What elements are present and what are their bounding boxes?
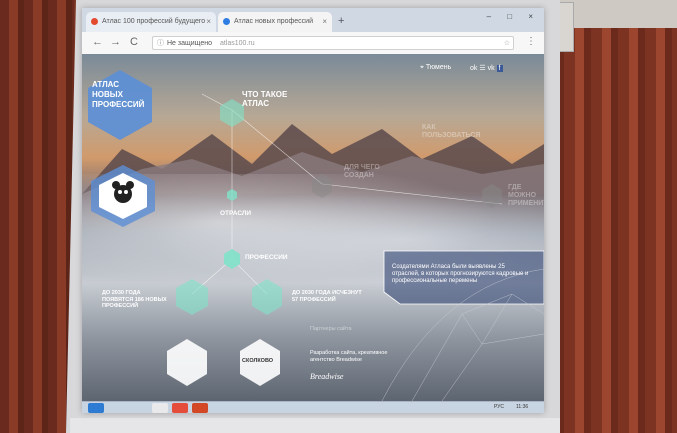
forward-button[interactable]: → <box>110 36 121 48</box>
close-icon[interactable]: × <box>206 12 211 32</box>
where-apply-link[interactable]: ГДЕ МОЖНО ПРИМЕНИТЬ <box>508 184 544 208</box>
what-is-atlas-link[interactable]: ЧТО ТАКОЕ АТЛАС <box>242 90 302 108</box>
tab-bar: Атлас 100 профессий будущего × Атлас нов… <box>82 8 544 32</box>
purpose-link[interactable]: ДЛЯ ЧЕГО СОЗДАН <box>344 164 384 180</box>
tab-label: Атлас новых профессий <box>234 18 313 25</box>
back-button[interactable]: ← <box>92 36 103 48</box>
url-input[interactable]: ⓘ Не защищено atlas100.ru ☆ <box>152 36 514 50</box>
how-to-use-link[interactable]: КАК ПОЛЬЗОВАТЬСЯ <box>422 124 482 140</box>
close-icon[interactable]: × <box>322 12 327 32</box>
projection-screen-bottom <box>70 418 560 433</box>
new-tab-button[interactable]: + <box>338 15 344 27</box>
rss-icon[interactable]: ☰ <box>479 65 485 72</box>
disappearing-professions-text: ДО 2030 ГОДА ИСЧЕЗНУТ 57 ПРОФЕССИЙ <box>292 290 362 303</box>
apply-hex[interactable] <box>482 184 502 208</box>
branches-link[interactable]: ОТРАСЛИ <box>220 210 251 217</box>
new-professions-text: ДО 2030 ГОДА ПОЯВЯТСЯ 186 НОВЫХ ПРОФЕССИ… <box>102 290 167 309</box>
tab-atlas-100[interactable]: Атлас 100 профессий будущего × <box>86 12 216 32</box>
favicon-icon <box>223 18 230 25</box>
professions-hex[interactable] <box>224 249 240 269</box>
wwf-panda-icon[interactable] <box>88 164 158 228</box>
skolkovo-logo-text: СКОЛКОВО <box>242 358 274 364</box>
city-selector[interactable]: ⌖ Тюмень <box>420 64 451 72</box>
taskbar: РУС 11:36 <box>82 401 544 413</box>
url-text: atlas100.ru <box>219 40 255 47</box>
web-page: АТЛАС НОВЫХ ПРОФЕССИЙ ЧТО ТАКОЕ АТЛАС ОТ… <box>82 54 544 401</box>
tab-label: Атлас 100 профессий будущего <box>102 18 206 25</box>
facebook-icon[interactable]: f <box>496 65 503 72</box>
ok-icon[interactable]: ok <box>470 65 477 72</box>
professions-link[interactable]: ПРОФЕССИИ <box>245 254 288 261</box>
star-icon[interactable]: ☆ <box>504 37 510 51</box>
menu-icon[interactable]: ⋮ <box>526 36 536 47</box>
disappearing-hex[interactable] <box>252 279 282 315</box>
info-icon[interactable]: ⓘ <box>157 37 164 51</box>
powerpoint-icon[interactable] <box>192 403 208 413</box>
tab-atlas-new-professions[interactable]: Атлас новых профессий × <box>218 12 332 32</box>
explorer-icon[interactable] <box>152 403 168 413</box>
language-indicator[interactable]: РУС <box>494 404 504 410</box>
breadwise-logo[interactable]: Breadwise <box>310 373 343 381</box>
developer-text: Разработка сайта, креативное агентство B… <box>310 350 388 363</box>
atlas-logo-title[interactable]: АТЛАС НОВЫХ ПРОФЕССИЙ <box>92 80 152 110</box>
clock[interactable]: 11:36 <box>516 404 528 410</box>
vk-icon[interactable]: vk <box>488 65 495 72</box>
favicon-icon <box>91 18 98 25</box>
window-controls[interactable]: – □ × <box>487 12 540 21</box>
partner-logo-hex[interactable] <box>167 339 207 386</box>
purpose-hex[interactable] <box>312 174 332 198</box>
description-text: Создателями Атласа были выявлены 25 отра… <box>392 264 529 284</box>
chrome-icon[interactable] <box>172 403 188 413</box>
partners-label: Партнеры сайта <box>310 326 352 332</box>
left-curtain <box>0 0 74 433</box>
address-bar: ← → C ⓘ Не защищено atlas100.ru ☆ ⋮ <box>82 32 544 55</box>
browser-window: Атлас 100 профессий будущего × Атлас нов… <box>82 8 544 413</box>
city-label: Тюмень <box>425 64 452 71</box>
security-label: Не защищено <box>167 40 212 47</box>
start-icon[interactable] <box>88 403 104 413</box>
reload-button[interactable]: C <box>130 36 138 48</box>
branches-hex[interactable] <box>227 189 237 201</box>
what-is-hex[interactable] <box>220 99 244 127</box>
social-icons: ok ☰ vk f <box>470 64 503 72</box>
